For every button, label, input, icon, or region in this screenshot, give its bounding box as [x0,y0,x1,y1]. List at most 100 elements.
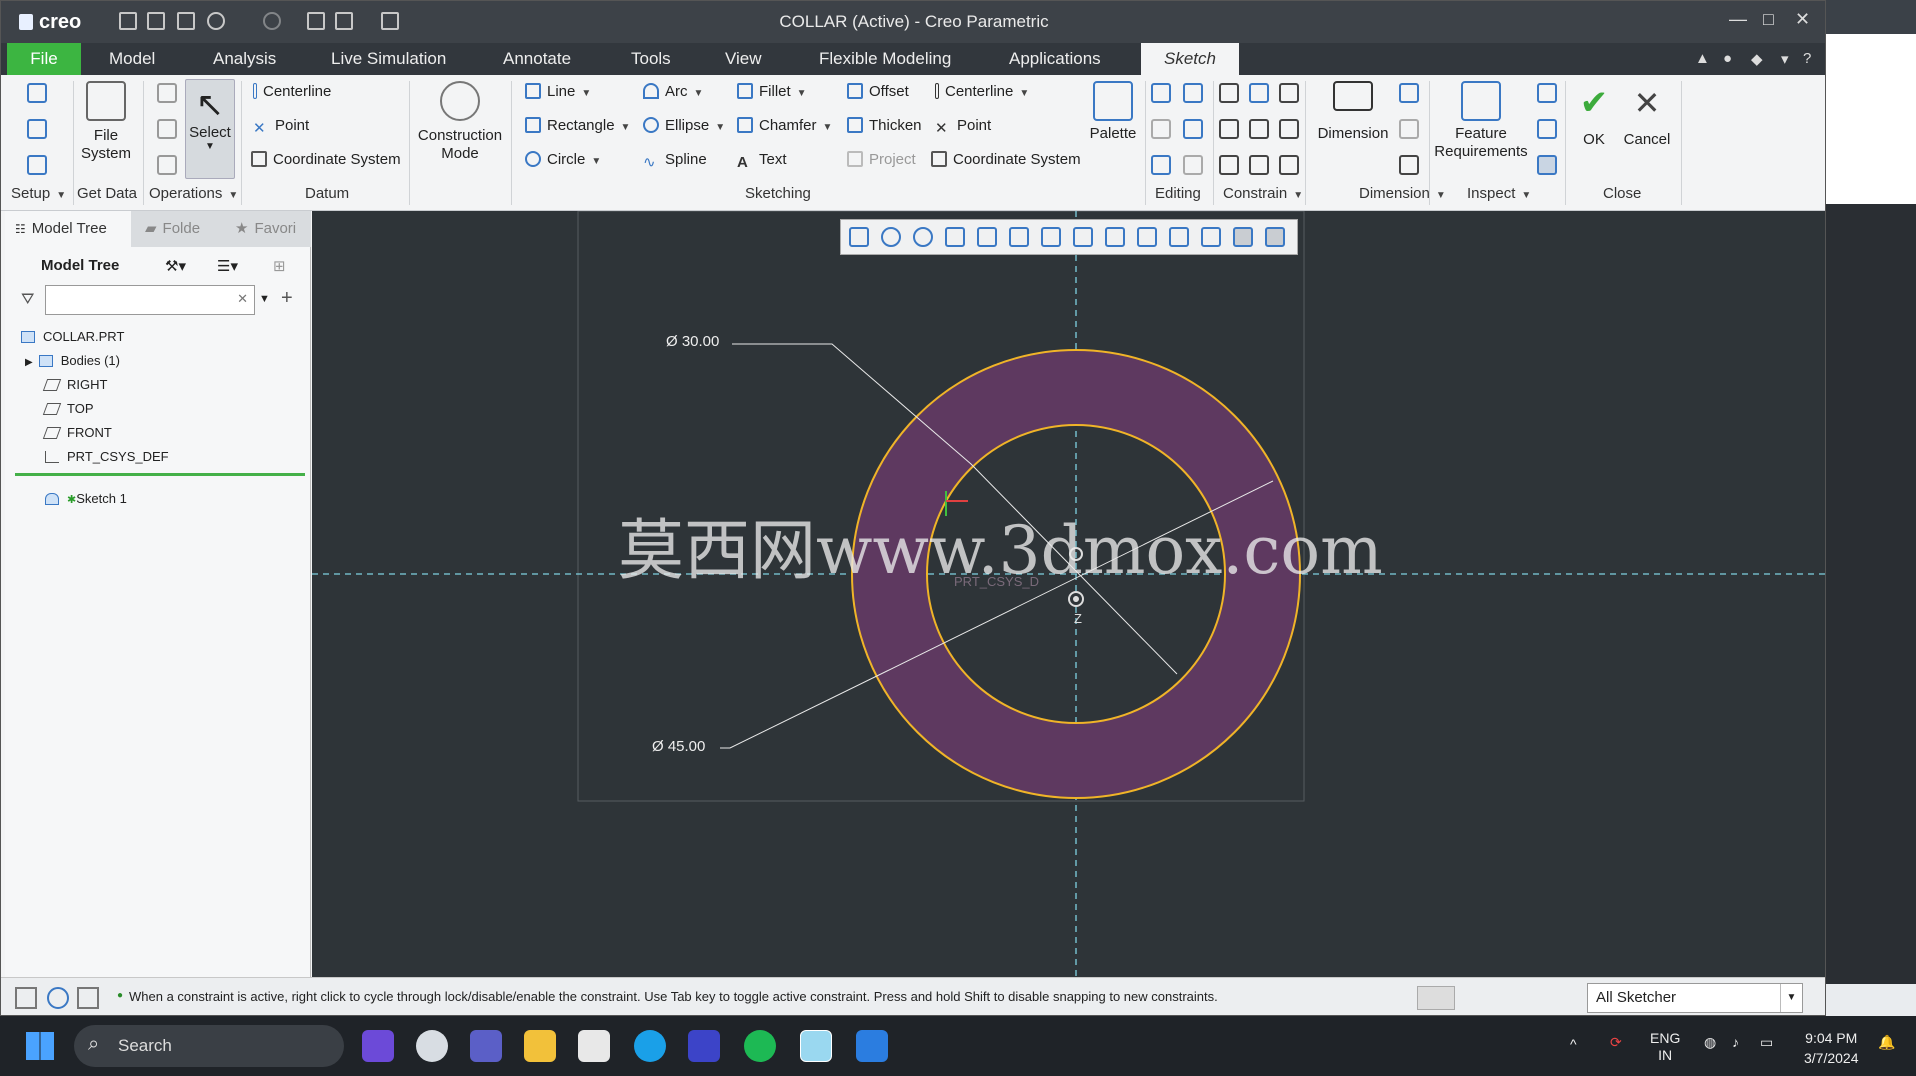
text-button[interactable]: A Text [737,151,787,171]
sketcher-display-icon[interactable] [1233,227,1253,247]
display-style-icon[interactable] [977,227,997,247]
add-icon[interactable]: + [281,287,293,310]
help-center-icon[interactable]: ● [1723,50,1732,67]
delete-segment-icon[interactable] [1183,83,1203,103]
perspective-icon[interactable] [1169,227,1189,247]
minimize-icon[interactable]: — [1729,9,1747,30]
find-icon[interactable] [1417,986,1455,1010]
clear-icon[interactable]: ✕ [237,291,248,307]
select-button[interactable]: ↖ Select ▼ [185,79,235,179]
filter-icon[interactable]: ⛛ [21,291,34,309]
references-icon[interactable] [27,119,47,139]
cut-icon[interactable] [157,83,177,103]
thicken-button[interactable]: Thicken [847,117,922,134]
datum-display-icon[interactable] [1073,227,1093,247]
rotate-resize-icon[interactable] [1183,155,1203,175]
cancel-button[interactable]: ✕ Cancel [1619,83,1675,148]
windows-start-icon[interactable] [26,1032,54,1060]
horizontal-constraint-icon[interactable] [1219,119,1239,139]
search-input[interactable] [46,286,226,312]
collapse-ribbon-icon[interactable]: ▲ [1695,50,1710,67]
mirror-icon[interactable] [1151,119,1171,139]
graphics-canvas[interactable]: Ø 30.00 Ø 45.00 PRT_CSYS_D Z 莫西网www.3dmo… [312,211,1826,977]
tree-item-collar[interactable]: COLLAR.PRT [21,329,124,344]
browser-icon[interactable] [47,987,69,1009]
point-button[interactable]: ✕ Point [935,117,991,137]
snap-icon[interactable] [1265,227,1285,247]
zoom-in-icon[interactable] [881,227,901,247]
divide-icon[interactable] [1183,119,1203,139]
tab-analysis[interactable]: Analysis [197,43,292,75]
construction-mode-button[interactable]: Construction Mode [415,81,505,163]
ref-icon[interactable] [1399,155,1419,175]
math-app-icon[interactable] [688,1030,720,1062]
symmetric-constraint-icon[interactable] [1249,155,1269,175]
notifications-icon[interactable]: 🔔 [1878,1034,1895,1051]
view-manager-icon[interactable] [1041,227,1061,247]
dimension-inner-diameter[interactable]: Ø 30.00 [666,333,719,350]
network-icon[interactable]: ◍ [1704,1034,1716,1051]
layout-icon[interactable] [15,987,37,1009]
battery-icon[interactable]: ▭ [1760,1034,1773,1051]
file-system-button[interactable]: File System [79,81,133,163]
settings-icon[interactable]: ⚒▾ [165,257,186,275]
shade-closed-loops-icon[interactable] [1537,155,1557,175]
datum-csys-button[interactable]: Coordinate System [251,151,401,168]
clock[interactable]: 9:04 PM 3/7/2024 [1804,1028,1859,1068]
tree-item-top[interactable]: TOP [42,401,94,416]
corner-icon[interactable] [1151,155,1171,175]
spotify-icon[interactable] [744,1030,776,1062]
vertical-constraint-icon[interactable] [1219,83,1239,103]
saved-orientations-icon[interactable] [1009,227,1029,247]
language-indicator[interactable]: ENG IN [1650,1030,1680,1064]
columns-icon[interactable]: ⊞ [273,257,286,275]
chevron-down-icon[interactable]: ▼ [1780,984,1802,1012]
tree-item-sketch[interactable]: ✱Sketch 1 [45,491,127,506]
tab-folder-browser[interactable]: ▰ Folde [135,211,225,247]
maximize-icon[interactable]: □ [1763,9,1774,30]
close-icon[interactable]: ✕ [1795,9,1810,30]
arc-button[interactable]: Arc ▼ [643,83,703,100]
sketch-setup-icon[interactable] [27,83,47,103]
tree-item-front[interactable]: FRONT [42,425,112,440]
tab-tools[interactable]: Tools [615,43,687,75]
tab-model-tree[interactable]: ☷ Model Tree [5,211,131,247]
selection-filter[interactable]: All Sketcher ▼ [1587,983,1803,1013]
sketch-drawing[interactable] [312,211,1826,977]
centerline-button[interactable]: Centerline ▼ [935,83,1029,100]
group-operations[interactable]: Operations ▼ [149,185,238,202]
learning-icon[interactable]: ◆ [1751,50,1763,68]
tree-search-field[interactable]: ✕ [45,285,255,315]
rectangle-button[interactable]: Rectangle ▼ [525,117,630,134]
paste-icon[interactable] [157,155,177,175]
equal-constraint-icon[interactable] [1279,119,1299,139]
line-button[interactable]: Line ▼ [525,83,591,100]
offset-button[interactable]: Offset [847,83,909,100]
datum-centerline-button[interactable]: Centerline [253,83,331,100]
store-icon[interactable] [578,1030,610,1062]
baseline-icon[interactable] [1399,119,1419,139]
copilot-icon[interactable] [362,1030,394,1062]
file-explorer-icon[interactable] [524,1030,556,1062]
refit-icon[interactable] [849,227,869,247]
sketch-view-icon[interactable] [1201,227,1221,247]
circle-button[interactable]: Circle ▼ [525,151,601,168]
group-dimension[interactable]: Dimension ▼ [1359,185,1446,202]
tangent-constraint-icon[interactable] [1249,83,1269,103]
tab-view[interactable]: View [709,43,778,75]
search-dropdown-icon[interactable]: ▼ [259,293,270,305]
overlapping-geometry-icon[interactable] [1537,83,1557,103]
fillet-button[interactable]: Fillet ▼ [737,83,807,100]
chamfer-button[interactable]: Chamfer ▼ [737,117,832,134]
photos-icon[interactable] [856,1030,888,1062]
tab-flexible-modeling[interactable]: Flexible Modeling [803,43,967,75]
group-inspect[interactable]: Inspect ▼ [1467,185,1531,202]
sync-icon[interactable]: ⟳ [1610,1034,1622,1051]
tree-item-csys[interactable]: PRT_CSYS_DEF [45,449,169,464]
parallel-constraint-icon[interactable] [1279,155,1299,175]
palette-button[interactable]: Palette [1085,81,1141,142]
perpendicular-constraint-icon[interactable] [1219,155,1239,175]
tab-file[interactable]: File [7,43,81,75]
tree-item-right[interactable]: RIGHT [42,377,107,392]
insert-here-indicator[interactable] [15,473,305,476]
